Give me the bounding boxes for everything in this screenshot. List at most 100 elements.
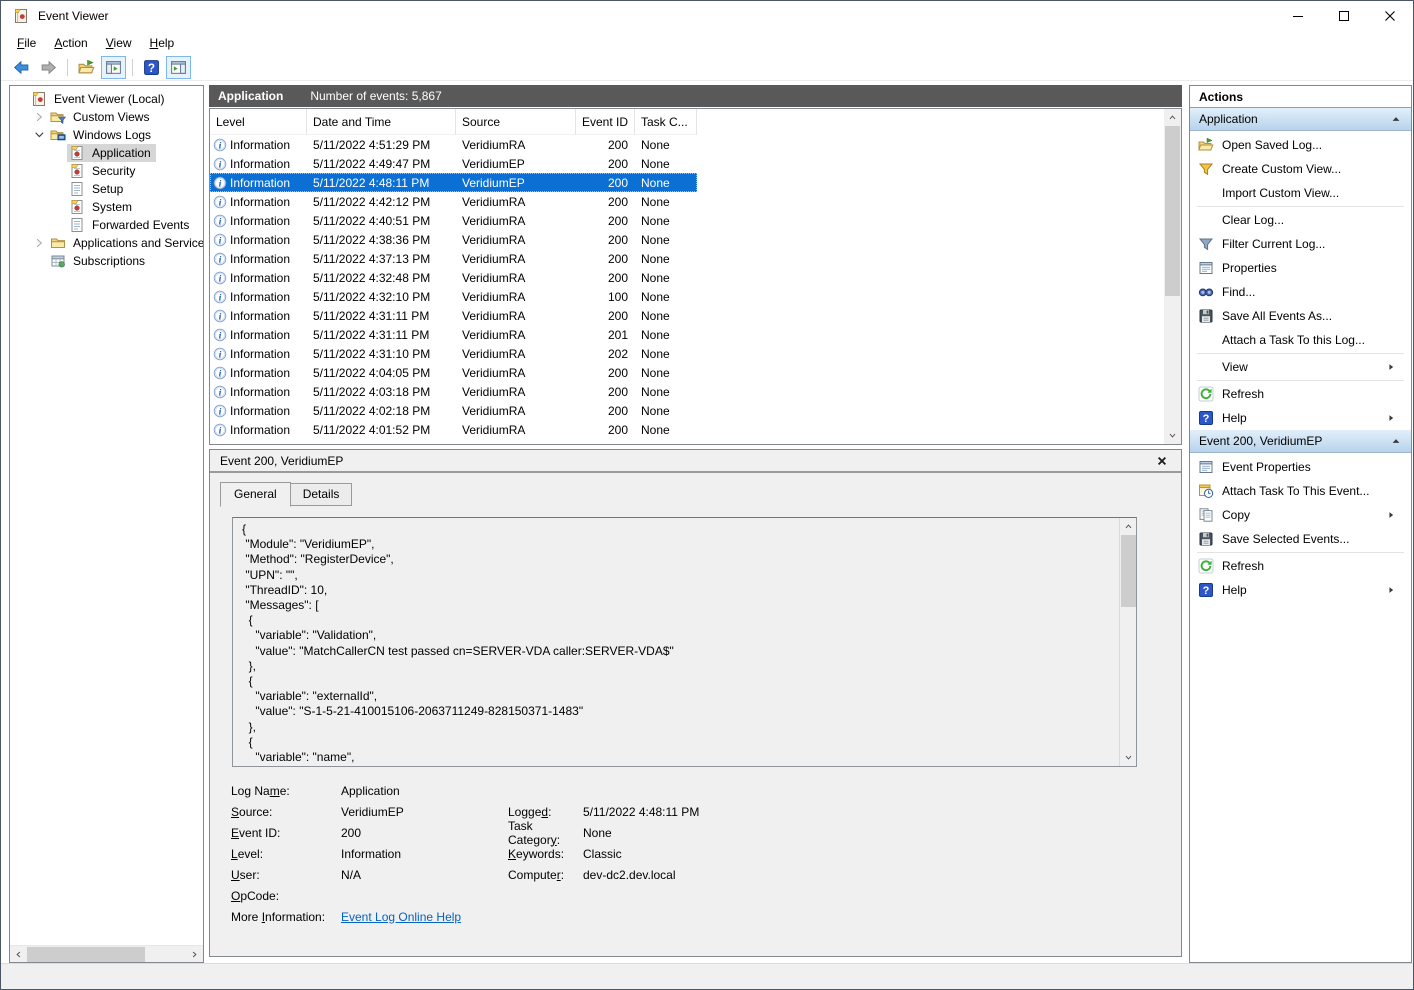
action-create-custom-view[interactable]: Create Custom View... — [1190, 157, 1411, 181]
action-view[interactable]: View — [1190, 355, 1411, 379]
expander-collapsed-icon[interactable] — [33, 111, 45, 123]
event-row[interactable]: iInformation5/11/2022 4:48:11 PMVeridium… — [210, 173, 697, 192]
event-log-online-help-link[interactable]: Event Log Online Help — [341, 910, 461, 924]
tree-item-event-viewer-local[interactable]: Event Viewer (Local) — [10, 90, 203, 108]
scrollbar-thumb[interactable] — [1121, 535, 1136, 607]
tree-item-custom-views[interactable]: Custom Views — [10, 108, 203, 126]
datetime-cell: 5/11/2022 4:01:52 PM — [307, 423, 456, 437]
menu-view[interactable]: View — [97, 33, 141, 53]
event-row[interactable]: iInformation5/11/2022 4:32:48 PMVeridium… — [210, 268, 697, 287]
field-label: Log Name: — [231, 784, 341, 798]
event-row[interactable]: iInformation5/11/2022 4:31:10 PMVeridium… — [210, 344, 697, 363]
menu-file[interactable]: File — [8, 33, 45, 53]
column-header-task-c[interactable]: Task C... — [635, 109, 697, 135]
event-row[interactable]: iInformation5/11/2022 4:32:10 PMVeridium… — [210, 287, 697, 306]
tree-horizontal-scrollbar[interactable] — [10, 945, 203, 962]
scroll-up-arrow[interactable] — [1120, 518, 1137, 535]
info-icon: i — [213, 309, 227, 323]
action-save-all-events-as[interactable]: Save All Events As... — [1190, 304, 1411, 328]
actions-separator — [1197, 353, 1404, 354]
event-row[interactable]: iInformation5/11/2022 4:31:11 PMVeridium… — [210, 325, 697, 344]
collapse-section-icon[interactable] — [1390, 113, 1402, 125]
action-pane-button[interactable] — [166, 56, 191, 79]
event-row[interactable]: iInformation5/11/2022 4:51:29 PMVeridium… — [210, 135, 697, 154]
scroll-down-arrow[interactable] — [1120, 749, 1137, 766]
menu-help[interactable]: Help — [141, 33, 184, 53]
tree-item-system[interactable]: System — [10, 198, 203, 216]
source-cell: VeridiumRA — [456, 309, 576, 323]
forward-button[interactable] — [36, 56, 61, 79]
tree-item-setup[interactable]: Setup — [10, 180, 203, 198]
action-copy[interactable]: Copy — [1190, 503, 1411, 527]
action-save-selected-events[interactable]: Save Selected Events... — [1190, 527, 1411, 551]
event-row[interactable]: iInformation5/11/2022 4:37:13 PMVeridium… — [210, 249, 697, 268]
tree-item-subscriptions[interactable]: Subscriptions — [10, 252, 203, 270]
column-header-source[interactable]: Source — [456, 109, 576, 135]
actions-section-header-event-200-veridiumep[interactable]: Event 200, VeridiumEP — [1190, 430, 1411, 453]
column-header-date-and-time[interactable]: Date and Time — [307, 109, 456, 135]
event-row[interactable]: iInformation5/11/2022 4:02:18 PMVeridium… — [210, 401, 697, 420]
tree-item-application[interactable]: Application — [10, 144, 203, 162]
scroll-left-arrow[interactable] — [10, 946, 27, 963]
event-row[interactable]: iInformation5/11/2022 4:04:05 PMVeridium… — [210, 363, 697, 382]
expander-expanded-icon[interactable] — [33, 129, 45, 141]
action-event-properties[interactable]: Event Properties — [1190, 455, 1411, 479]
level-cell: iInformation — [210, 309, 307, 323]
console-tree-button[interactable] — [101, 56, 126, 79]
action-clear-log[interactable]: Clear Log... — [1190, 208, 1411, 232]
event-row[interactable]: iInformation5/11/2022 4:03:18 PMVeridium… — [210, 382, 697, 401]
scroll-up-arrow[interactable] — [1164, 109, 1181, 126]
column-header-level[interactable]: Level — [210, 109, 307, 135]
event-row[interactable]: iInformation5/11/2022 4:40:51 PMVeridium… — [210, 211, 697, 230]
log-icon — [69, 199, 85, 215]
scrollbar-thumb[interactable] — [1165, 126, 1180, 296]
expander-collapsed-icon[interactable] — [33, 237, 45, 249]
level-text: Information — [230, 233, 290, 247]
help-icon: ? — [1198, 410, 1214, 426]
event-list-scrollbar[interactable] — [1164, 109, 1181, 444]
event-data-box[interactable]: { "Module": "VeridiumEP", "Method": "Reg… — [232, 517, 1137, 767]
action-filter-current-log[interactable]: Filter Current Log... — [1190, 232, 1411, 256]
tree-item-applications-and-services-lo[interactable]: Applications and Services Lo — [10, 234, 203, 252]
tree-item-security[interactable]: Security — [10, 162, 203, 180]
action-help[interactable]: ?Help — [1190, 406, 1411, 430]
action-open-saved-log[interactable]: Open Saved Log... — [1190, 133, 1411, 157]
tree-item-windows-logs[interactable]: Windows Logs — [10, 126, 203, 144]
tab-general[interactable]: General — [220, 482, 291, 507]
column-header-event-id[interactable]: Event ID — [576, 109, 635, 135]
action-find[interactable]: Find... — [1190, 280, 1411, 304]
event-row[interactable]: iInformation5/11/2022 4:38:36 PMVeridium… — [210, 230, 697, 249]
source-cell: VeridiumRA — [456, 290, 576, 304]
action-attach-a-task-to-this-log[interactable]: Attach a Task To this Log... — [1190, 328, 1411, 352]
event-row[interactable]: iInformation5/11/2022 4:49:47 PMVeridium… — [210, 154, 697, 173]
tab-details[interactable]: Details — [291, 483, 353, 506]
event-row[interactable]: iInformation5/11/2022 4:01:52 PMVeridium… — [210, 420, 697, 439]
scroll-right-arrow[interactable] — [186, 946, 203, 963]
menu-action[interactable]: Action — [45, 33, 96, 53]
scrollbar-thumb[interactable] — [27, 947, 145, 962]
task-cell: None — [635, 176, 697, 190]
scroll-down-arrow[interactable] — [1164, 427, 1181, 444]
event-data-scrollbar[interactable] — [1119, 518, 1136, 766]
collapse-section-icon[interactable] — [1390, 435, 1402, 447]
help-button[interactable]: ? — [139, 56, 164, 79]
back-button[interactable] — [9, 56, 34, 79]
event-id-cell: 200 — [576, 214, 635, 228]
event-row[interactable]: iInformation5/11/2022 4:42:12 PMVeridium… — [210, 192, 697, 211]
action-help[interactable]: ?Help — [1190, 578, 1411, 602]
close-button[interactable] — [1367, 1, 1413, 31]
actions-section-header-application[interactable]: Application — [1190, 108, 1411, 131]
action-attach-task-to-this-event[interactable]: Attach Task To This Event... — [1190, 479, 1411, 503]
tree-item-forwarded-events[interactable]: Forwarded Events — [10, 216, 203, 234]
action-refresh[interactable]: Refresh — [1190, 382, 1411, 406]
action-import-custom-view[interactable]: Import Custom View... — [1190, 181, 1411, 205]
action-properties[interactable]: Properties — [1190, 256, 1411, 280]
close-detail-button[interactable] — [1155, 453, 1171, 469]
maximize-button[interactable] — [1321, 1, 1367, 31]
event-id-cell: 200 — [576, 271, 635, 285]
event-row[interactable]: iInformation5/11/2022 4:31:11 PMVeridium… — [210, 306, 697, 325]
minimize-button[interactable] — [1275, 1, 1321, 31]
action-refresh[interactable]: Refresh — [1190, 554, 1411, 578]
open-folder-button[interactable] — [74, 56, 99, 79]
level-text: Information — [230, 328, 290, 342]
